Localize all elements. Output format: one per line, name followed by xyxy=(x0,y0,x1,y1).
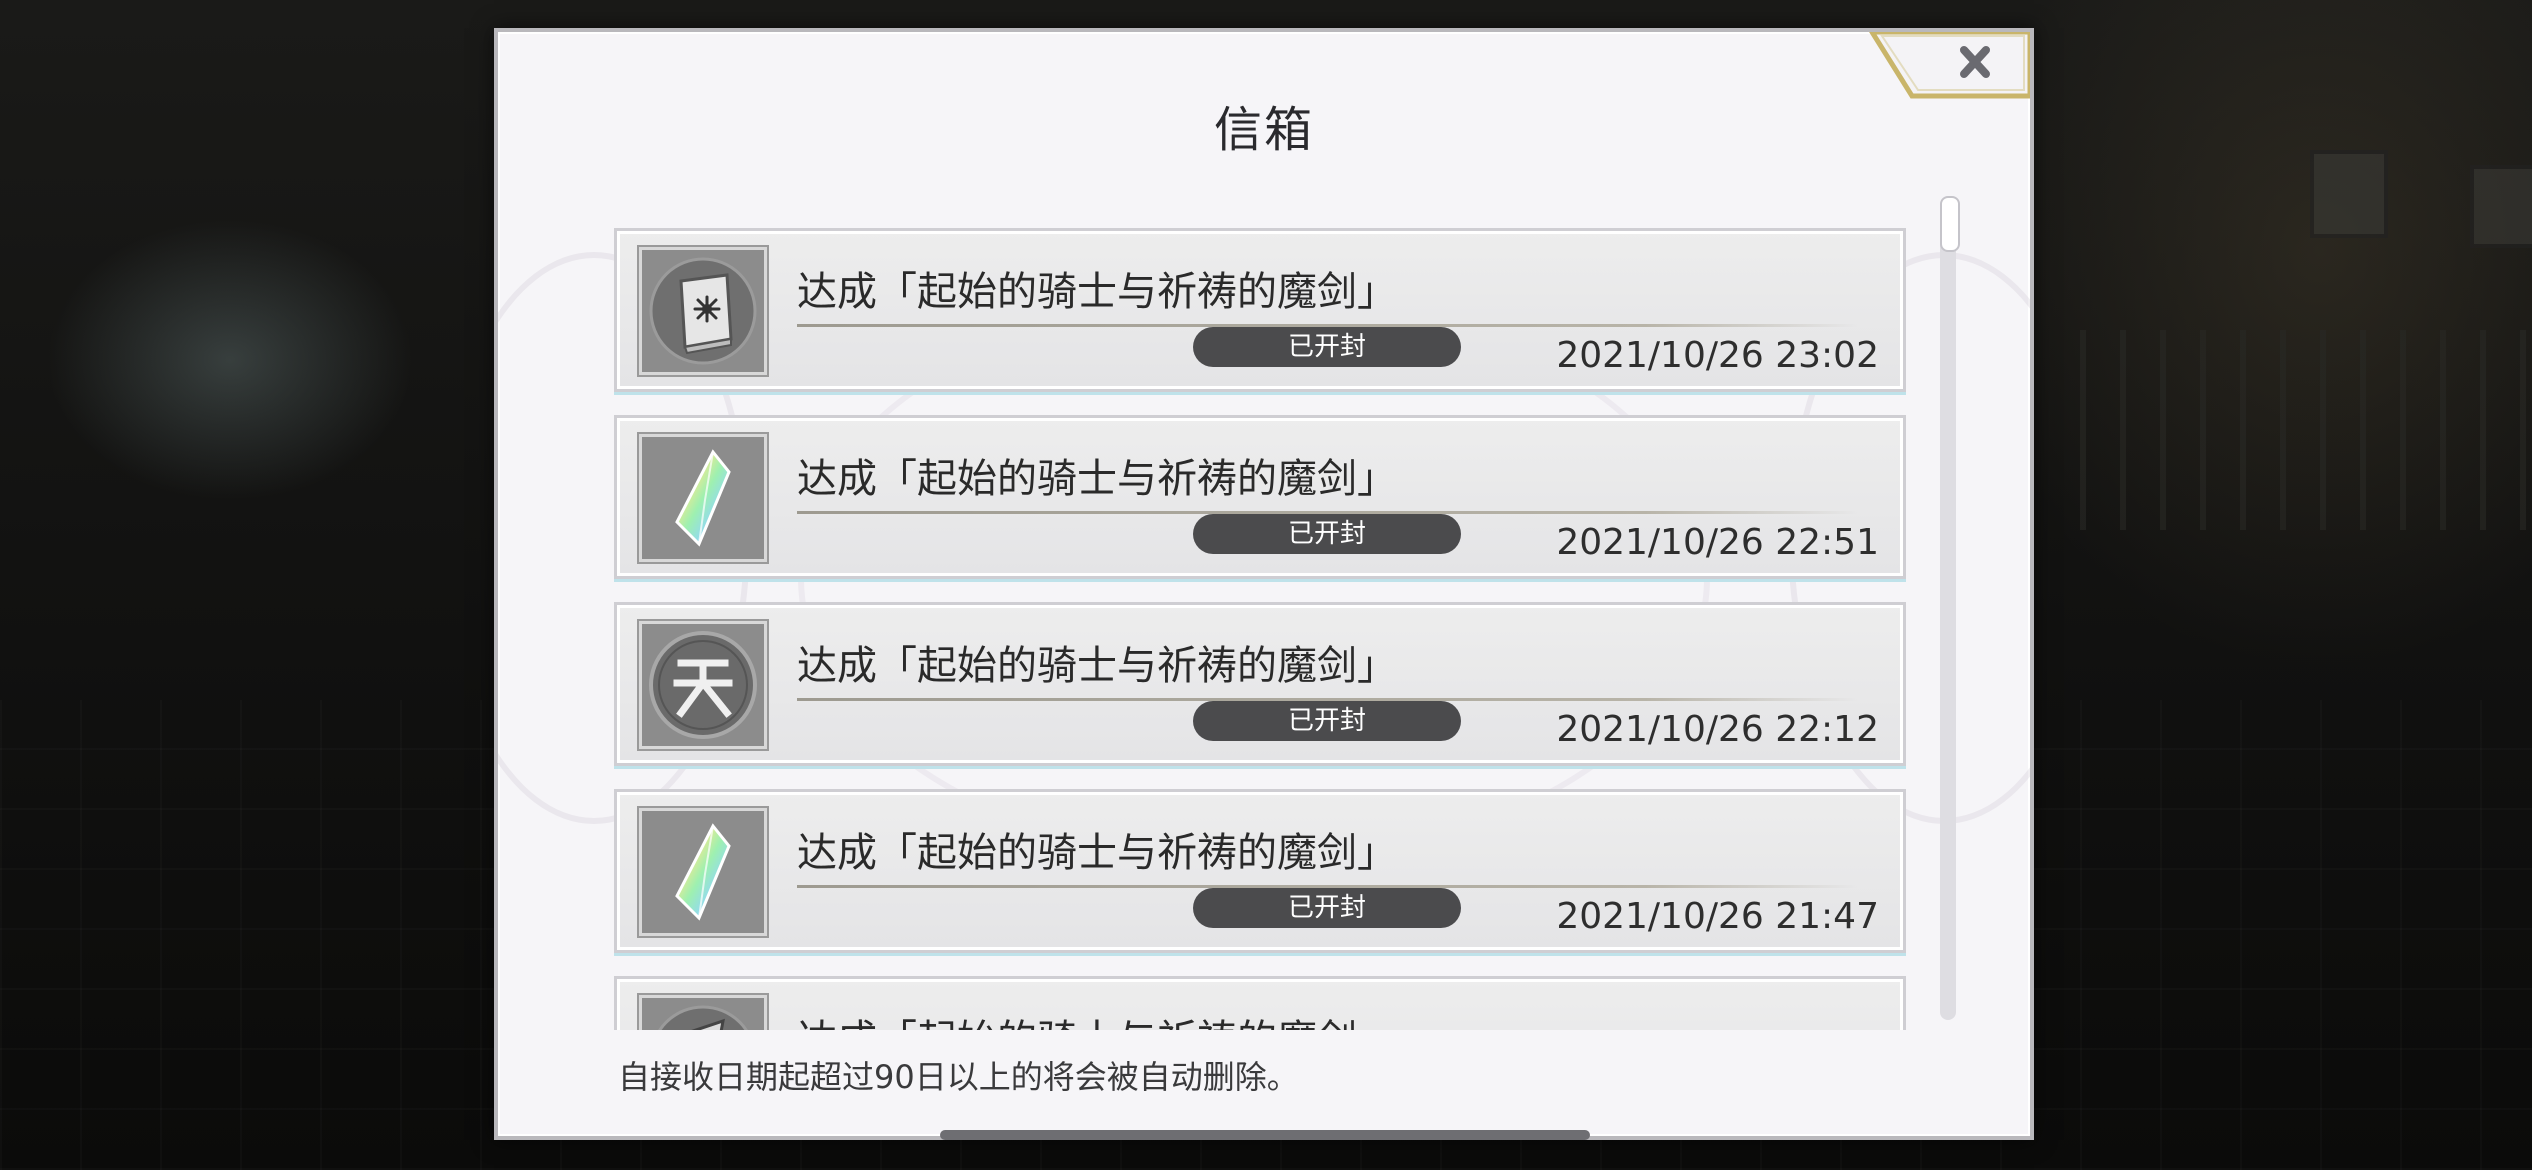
mail-title: 达成「起始的骑士与祈祷的魔剑」 xyxy=(797,820,1857,888)
crystal-icon xyxy=(639,434,767,562)
home-indicator xyxy=(940,1130,1590,1140)
scrollbar-thumb[interactable] xyxy=(1940,196,1960,252)
status-badge: 已开封 xyxy=(1193,514,1461,554)
mail-item[interactable]: 达成「起始的骑士与祈祷的魔剑」 已开封 2021/10/26 23:02 xyxy=(614,228,1906,392)
background-fence xyxy=(2080,330,2532,530)
status-badge: 已开封 xyxy=(1193,888,1461,928)
mail-item[interactable]: 达成「起始的骑士与祈祷的魔剑」 已开封 2021/10/26 22:12 xyxy=(614,602,1906,766)
mail-title: 达成「起始的骑士与祈祷的魔剑」 xyxy=(797,1007,1857,1030)
mailbox-dialog: 信箱 达成「起始的骑士与祈祷的魔剑」 已开封 2021/10/26 23:02 … xyxy=(494,28,2034,1140)
mail-date: 2021/10/26 23:02 xyxy=(1556,335,1879,376)
mail-date: 2021/10/26 22:12 xyxy=(1556,709,1879,750)
scrollbar-track[interactable] xyxy=(1940,198,1956,1020)
status-badge: 已开封 xyxy=(1193,327,1461,367)
mail-date: 2021/10/26 21:47 xyxy=(1556,896,1879,937)
mail-date: 2021/10/26 22:51 xyxy=(1556,522,1879,563)
close-icon xyxy=(1869,32,2030,99)
background-window xyxy=(2310,150,2388,238)
mail-title: 达成「起始的骑士与祈祷的魔剑」 xyxy=(797,633,1857,701)
crystal-icon xyxy=(639,808,767,936)
mail-list[interactable]: 达成「起始的骑士与祈祷的魔剑」 已开封 2021/10/26 23:02 达成「… xyxy=(614,198,1914,1030)
close-button[interactable] xyxy=(1868,32,2030,100)
heaven-coin-icon xyxy=(639,621,767,749)
item-icon xyxy=(639,995,767,1030)
mail-title: 达成「起始的骑士与祈祷的魔剑」 xyxy=(797,259,1857,327)
background-window xyxy=(2470,165,2532,248)
mail-title: 达成「起始的骑士与祈祷的魔剑」 xyxy=(797,446,1857,514)
mail-item[interactable]: 达成「起始的骑士与祈祷的魔剑」 已开封 2021/10/26 21:47 xyxy=(614,789,1906,953)
book-icon xyxy=(639,247,767,375)
mail-item[interactable]: 达成「起始的骑士与祈祷的魔剑」 已开封 2021/10/26 22:51 xyxy=(614,415,1906,579)
dialog-title: 信箱 xyxy=(1213,102,1314,158)
footer-note: 自接收日期起超过90日以上的将会被自动删除。 xyxy=(618,1058,1299,1096)
status-badge: 已开封 xyxy=(1193,701,1461,741)
mail-item[interactable]: 达成「起始的骑士与祈祷的魔剑」 xyxy=(614,976,1906,1030)
